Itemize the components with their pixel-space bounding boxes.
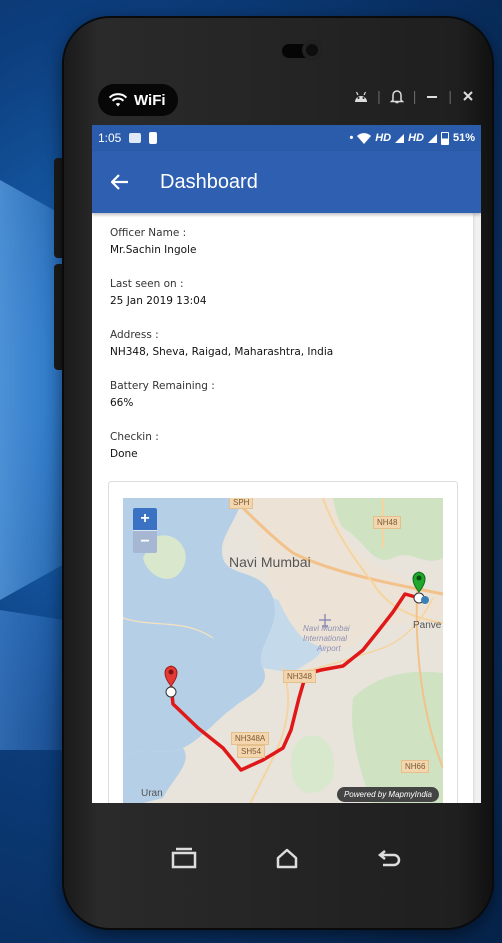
road-badge-sh54: SH54 xyxy=(237,745,266,758)
close-icon[interactable] xyxy=(458,86,478,106)
officer-name-field: Officer Name : Mr.Sachin Ingole xyxy=(110,225,333,259)
officer-info: Officer Name : Mr.Sachin Ingole Last see… xyxy=(110,225,333,480)
road-badge-sph: SPH xyxy=(229,498,254,509)
field-label: Battery Remaining : xyxy=(110,380,215,392)
recents-button[interactable] xyxy=(166,840,202,876)
page-title: Dashboard xyxy=(160,170,258,193)
battery-percent: 51% xyxy=(452,132,475,144)
field-label: Last seen on : xyxy=(110,278,184,290)
address-field: Address : NH348, Sheva, Raigad, Maharash… xyxy=(110,327,333,361)
field-label: Address : xyxy=(110,329,159,341)
android-nav-bar xyxy=(92,803,481,913)
dot-icon: • xyxy=(349,132,354,144)
back-button[interactable] xyxy=(372,840,408,876)
wifi-signal-icon xyxy=(357,132,372,144)
map-label-airport-1: Navi Mumbai xyxy=(303,624,350,633)
field-value: 25 Jan 2019 13:04 xyxy=(110,295,207,307)
field-value: Done xyxy=(110,448,138,460)
back-icon xyxy=(377,850,400,867)
network-type-2: HD xyxy=(408,132,424,144)
outlook-notification-icon xyxy=(129,133,142,143)
minimize-icon[interactable] xyxy=(422,86,442,106)
home-icon xyxy=(276,848,297,869)
zoom-controls: + − xyxy=(133,508,157,553)
status-bar: 1:05 • HD HD 51% xyxy=(92,125,481,151)
separator: | xyxy=(412,88,417,104)
map-label-airport-3: Airport xyxy=(317,644,341,653)
map-tiles xyxy=(123,498,443,803)
road-badge-nh348: NH348 xyxy=(283,670,316,683)
map-label-panvel: Panve xyxy=(413,620,442,631)
network-type-1: HD xyxy=(375,132,392,144)
back-arrow-icon[interactable] xyxy=(108,170,132,194)
wifi-icon xyxy=(108,93,128,107)
last-seen-field: Last seen on : 25 Jan 2019 13:04 xyxy=(110,276,333,310)
battery-icon xyxy=(440,131,449,145)
separator: | xyxy=(377,88,381,104)
map-attribution[interactable]: Powered by MapmyIndia xyxy=(336,787,439,802)
phone-screen: 1:05 • HD HD 51% Dashboard Officer Name … xyxy=(92,125,481,803)
road-badge-nh66: NH66 xyxy=(401,760,430,773)
app-bar: Dashboard xyxy=(92,151,481,213)
battery-field: Battery Remaining : 66% xyxy=(110,378,333,412)
signal-icon-1 xyxy=(395,133,405,143)
signal-icon-2 xyxy=(427,133,437,143)
field-value: 66% xyxy=(110,397,134,409)
wifi-label: WiFi xyxy=(134,91,166,109)
field-label: Checkin : xyxy=(110,431,159,443)
route-map[interactable]: Navi Mumbai Navi Mumbai International Ai… xyxy=(123,498,443,803)
separator: | xyxy=(448,88,452,104)
zoom-in-button[interactable]: + xyxy=(133,508,157,530)
map-label-uran: Uran xyxy=(141,788,163,799)
status-time: 1:05 xyxy=(98,131,122,145)
field-label: Officer Name : xyxy=(110,227,187,239)
map-label-airport-2: International xyxy=(303,634,348,643)
home-button[interactable] xyxy=(269,840,305,876)
android-icon[interactable] xyxy=(351,86,371,106)
map-container: Navi Mumbai Navi Mumbai International Ai… xyxy=(108,481,458,803)
details-card: Officer Name : Mr.Sachin Ingole Last see… xyxy=(92,213,473,803)
checkin-field: Checkin : Done xyxy=(110,429,333,463)
field-value: NH348, Sheva, Raigad, Maharashtra, India xyxy=(110,346,334,358)
road-badge-nh48: NH48 xyxy=(373,516,402,529)
phone-notification-icon xyxy=(149,132,158,144)
road-badge-nh348a: NH348A xyxy=(231,732,270,745)
map-label-city: Navi Mumbai xyxy=(229,554,311,570)
front-camera xyxy=(302,40,322,60)
notification-bell-icon[interactable] xyxy=(387,86,407,106)
field-value: Mr.Sachin Ingole xyxy=(110,244,197,256)
recents-icon xyxy=(171,847,196,869)
wifi-indicator[interactable]: WiFi xyxy=(98,84,178,116)
zoom-out-button[interactable]: − xyxy=(133,530,157,553)
window-controls: | | | xyxy=(351,86,478,106)
